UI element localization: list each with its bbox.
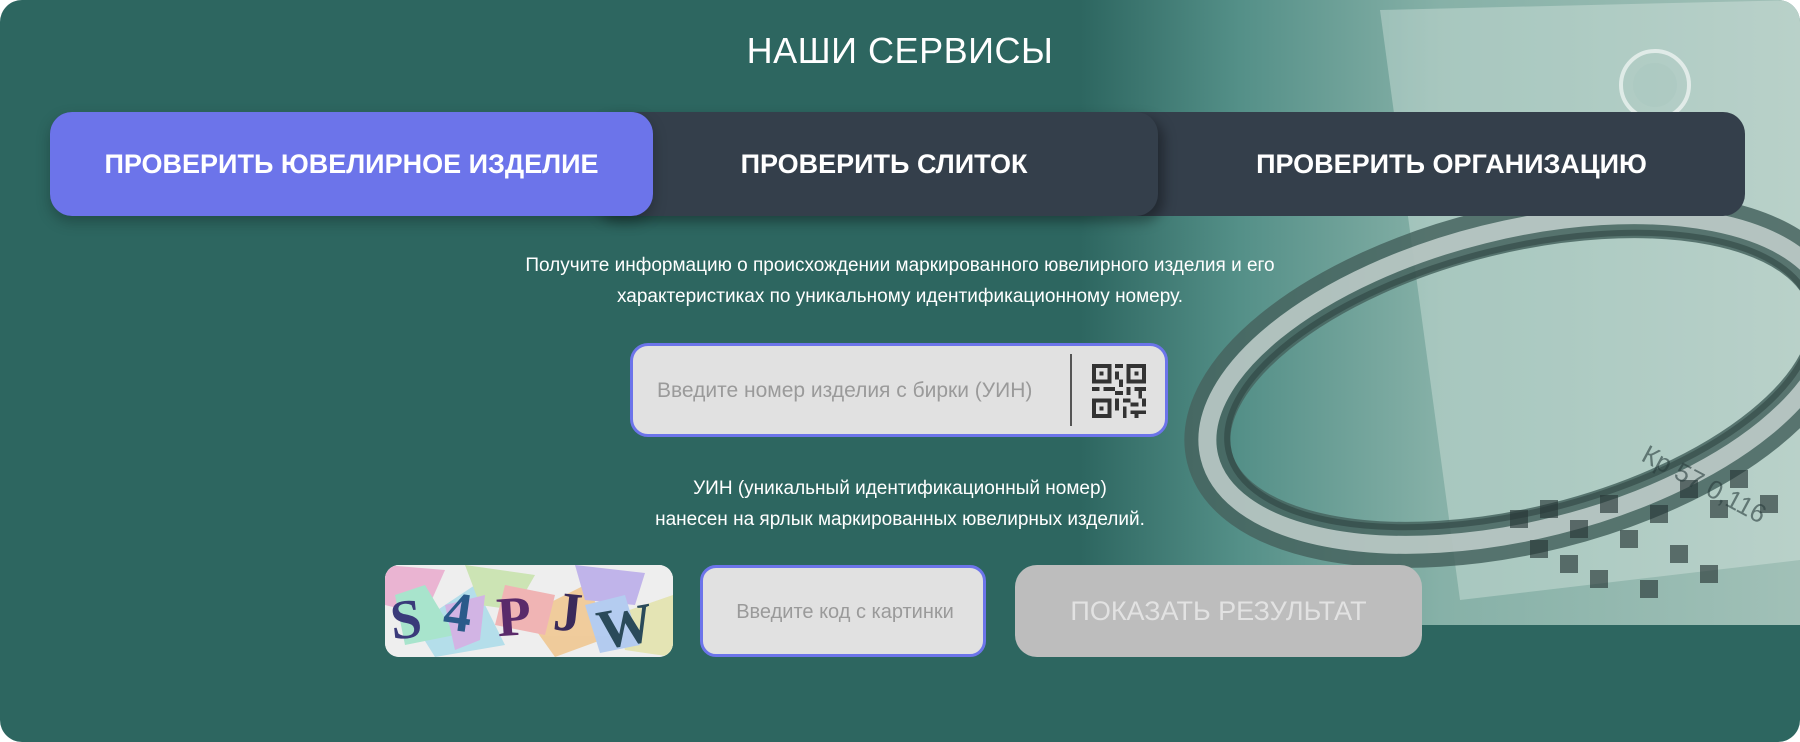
description-line: характеристиках по уникальному идентифик…: [617, 286, 1183, 307]
tab-check-ingot[interactable]: ПРОВЕРИТЬ СЛИТОК: [590, 112, 1158, 216]
captcha-char: S: [387, 587, 424, 652]
divider: [1070, 354, 1072, 426]
captcha-char: W: [592, 592, 658, 657]
captcha-image: S 4 P J W: [385, 565, 673, 657]
uin-input-group: [630, 343, 1168, 437]
uin-input[interactable]: [655, 346, 1059, 436]
captcha-input-group: [700, 565, 987, 657]
services-panel: Кр 57 0,116 НАШИ СЕРВИСЫ ПРОВЕРИТЬ СЛИТО…: [0, 0, 1800, 742]
show-result-button[interactable]: ПОКАЗАТЬ РЕЗУЛЬТАТ: [1015, 565, 1422, 657]
tab-label: ПРОВЕРИТЬ ЮВЕЛИРНОЕ ИЗДЕЛИЕ: [104, 148, 599, 179]
tab-label: ПРОВЕРИТЬ ОРГАНИЗАЦИЮ: [1256, 148, 1647, 179]
qr-code-icon[interactable]: [1091, 364, 1147, 418]
hint-line: УИН (уникальный идентификационный номер): [693, 478, 1107, 499]
tab-check-jewelry[interactable]: ПРОВЕРИТЬ ЮВЕЛИРНОЕ ИЗДЕЛИЕ: [50, 112, 653, 216]
tab-check-organization[interactable]: ПРОВЕРИТЬ ОРГАНИЗАЦИЮ: [1158, 112, 1745, 216]
uin-hint: УИН (уникальный идентификационный номер)…: [0, 473, 1800, 535]
captcha-code-input[interactable]: [703, 568, 987, 656]
page-title: НАШИ СЕРВИСЫ: [746, 30, 1054, 71]
service-description: Получите информацию о происхождении марк…: [0, 250, 1800, 312]
hint-line: нанесен на ярлык маркированных ювелирных…: [655, 509, 1145, 530]
service-tabs: ПРОВЕРИТЬ СЛИТОК ПРОВЕРИТЬ ОРГАНИЗАЦИЮ П…: [50, 112, 1745, 216]
captcha-char: P: [495, 585, 533, 649]
description-line: Получите информацию о происхождении марк…: [525, 255, 1275, 276]
tab-label: ПРОВЕРИТЬ СЛИТОК: [740, 148, 1028, 179]
